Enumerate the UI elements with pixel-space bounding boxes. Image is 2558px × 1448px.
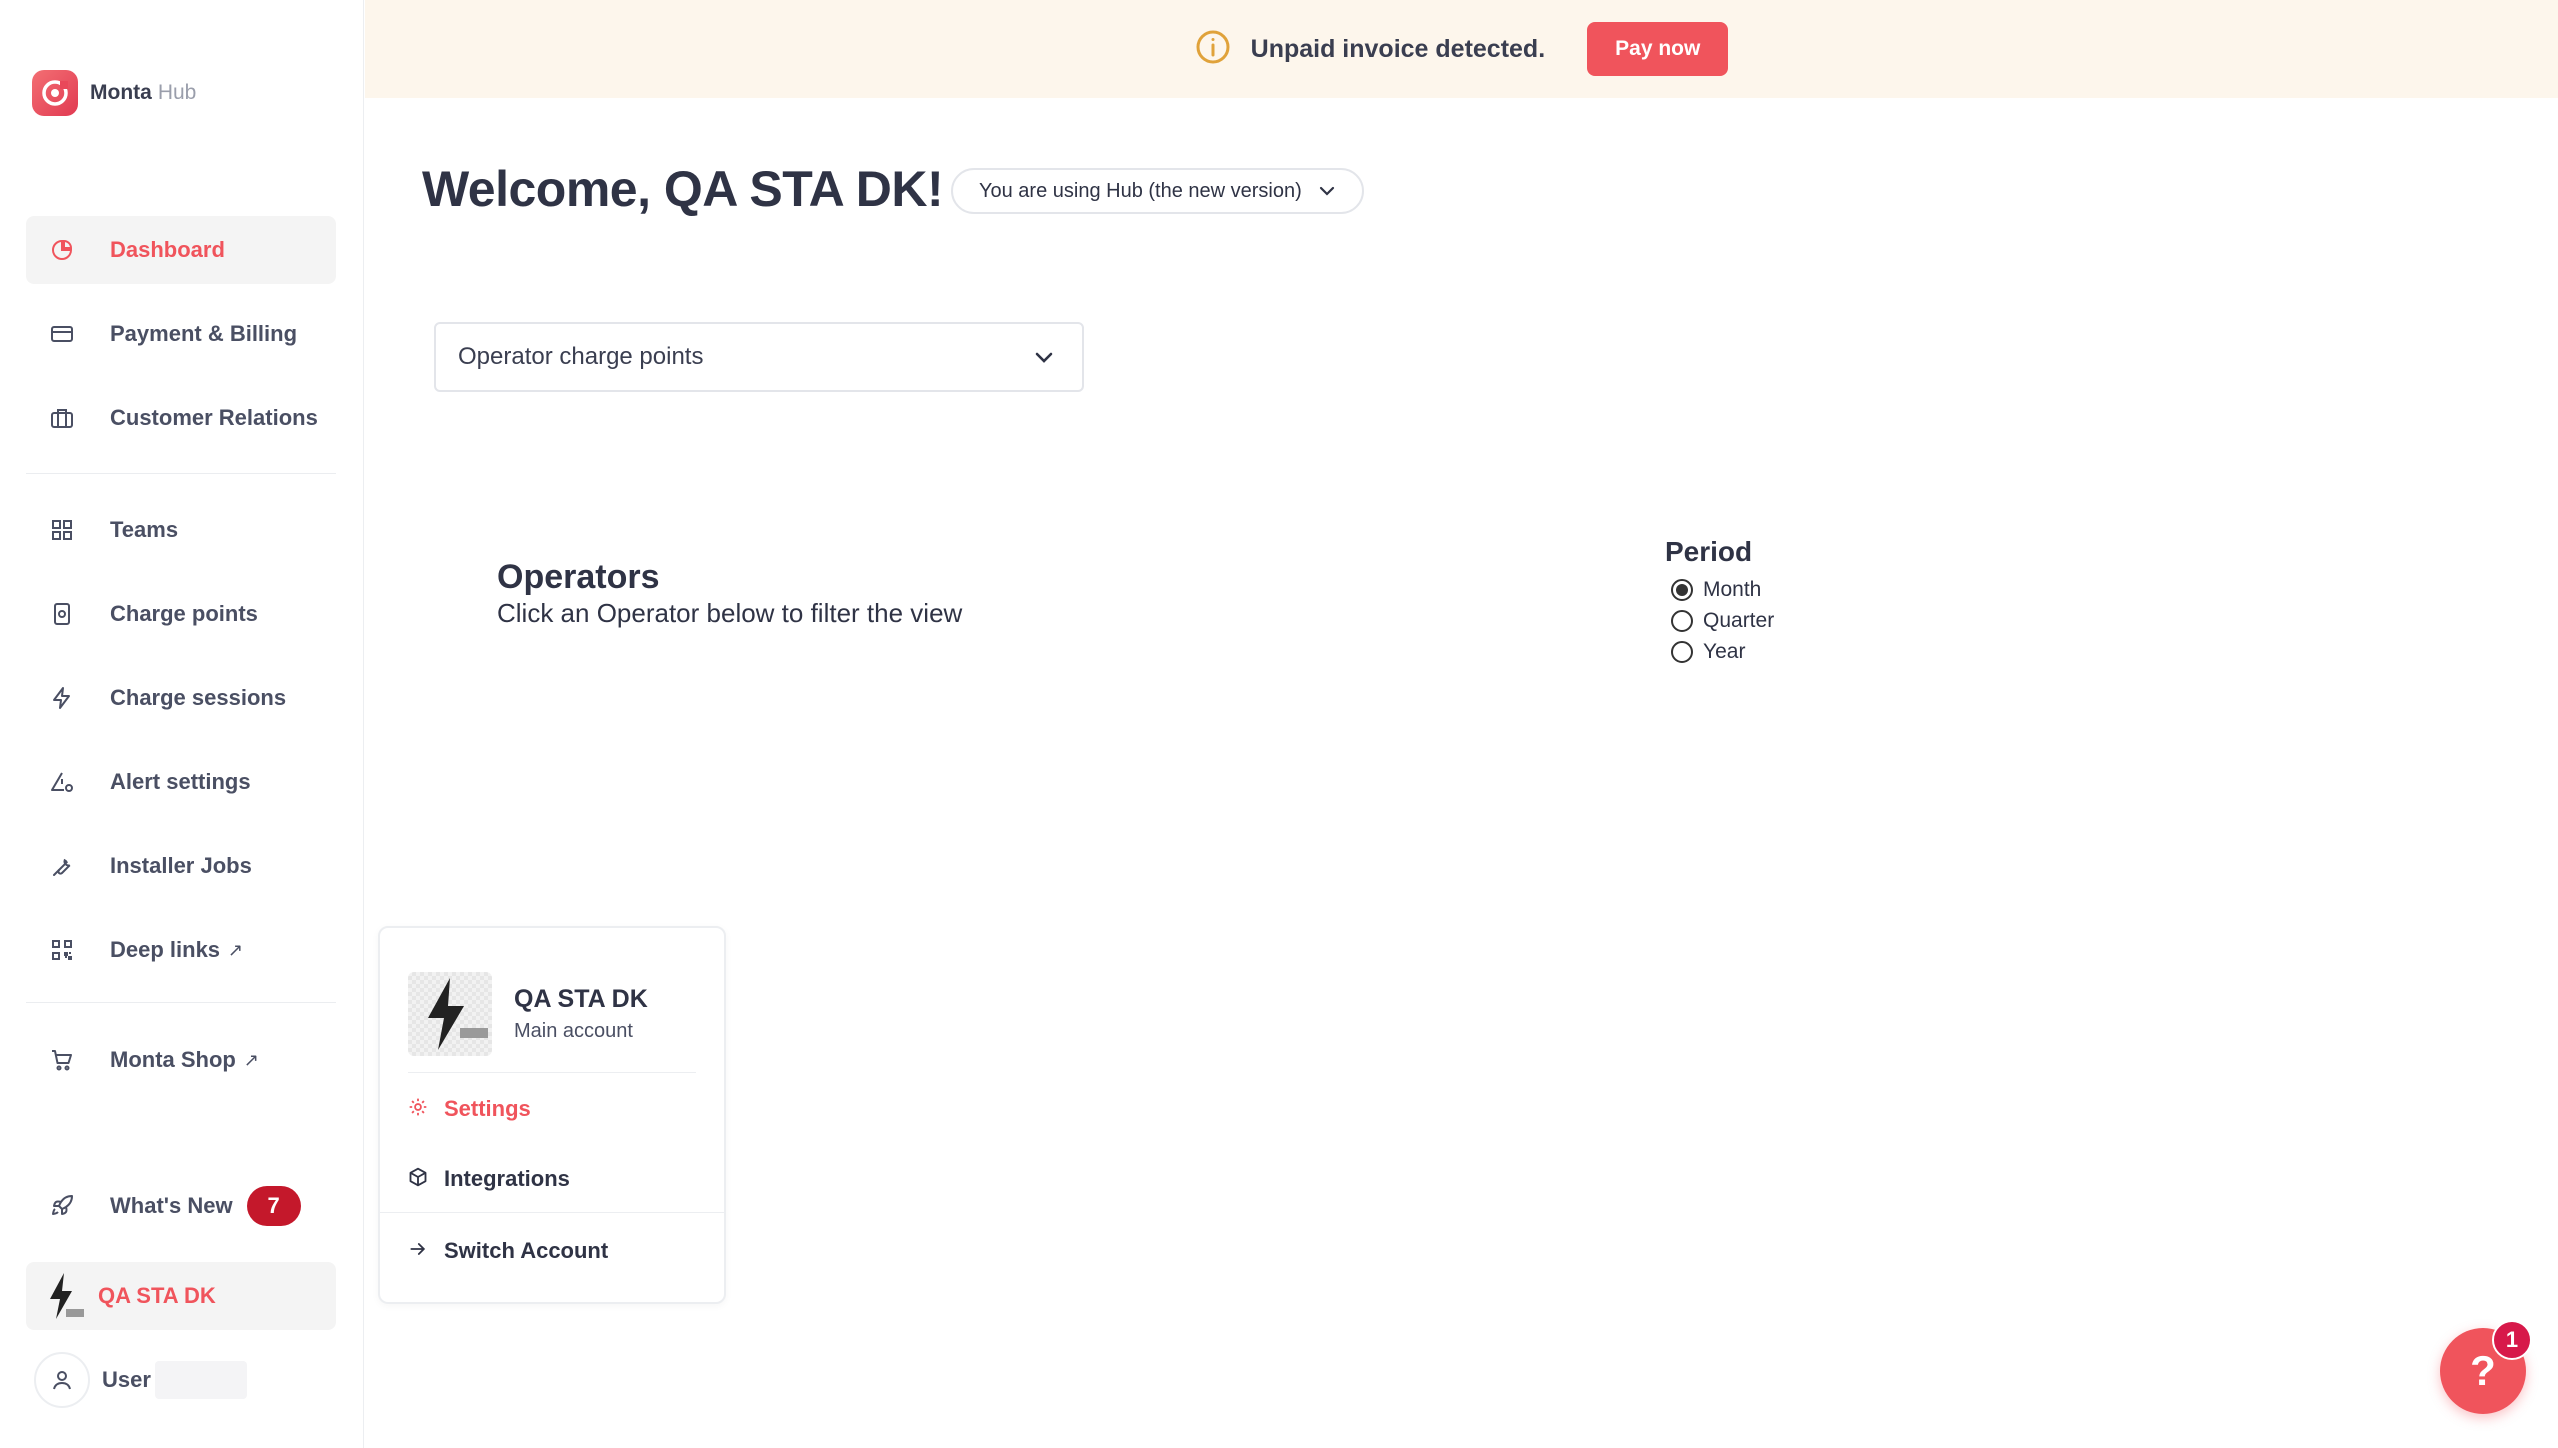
user-icon — [34, 1352, 90, 1408]
credit-card-icon — [48, 320, 76, 348]
popup-item-label: Integrations — [444, 1166, 570, 1191]
sidebar-item-label: Charge points — [110, 601, 258, 626]
pay-now-button[interactable]: Pay now — [1587, 22, 1729, 76]
sidebar-item-label: Monta Shop — [110, 1047, 236, 1072]
external-link-icon: ↗ — [228, 939, 244, 960]
grid-icon — [48, 516, 76, 544]
account-header: QA STA DK Main account — [408, 972, 648, 1056]
chevron-down-icon — [1032, 346, 1056, 377]
sidebar-item-deep-links[interactable]: Deep links ↗ — [26, 916, 336, 984]
version-switcher[interactable]: You are using Hub (the new version) — [951, 168, 1364, 214]
alert-gear-icon — [48, 768, 76, 796]
popup-item-settings[interactable]: Settings — [408, 1096, 531, 1122]
briefcase-icon — [48, 404, 76, 432]
sidebar-item-installer-jobs[interactable]: Installer Jobs — [26, 832, 336, 900]
sidebar-divider — [26, 473, 336, 474]
sidebar-item-user[interactable]: User — [26, 1346, 336, 1414]
operators-subtitle: Click an Operator below to filter the vi… — [497, 598, 963, 628]
popup-divider — [408, 1072, 696, 1073]
user-name-redacted — [154, 1361, 247, 1399]
period-option-label: Year — [1703, 639, 1746, 663]
popup-item-label: Switch Account — [444, 1238, 609, 1263]
sidebar-divider — [26, 1002, 336, 1003]
sidebar-item-dashboard[interactable]: Dashboard — [26, 216, 336, 284]
external-link-icon: ↗ — [243, 1049, 259, 1070]
whats-new-count-badge: 7 — [246, 1186, 301, 1226]
sidebar-item-label: Deep links — [110, 937, 221, 962]
popup-item-integrations[interactable]: Integrations — [408, 1166, 570, 1192]
page-title: Welcome, QA STA DK! — [422, 161, 944, 217]
arrow-right-icon — [408, 1239, 428, 1264]
charge-point-icon — [48, 600, 76, 628]
pie-chart-icon — [48, 236, 76, 264]
version-label: You are using Hub (the new version) — [979, 179, 1302, 202]
sidebar-item-label: What's New — [110, 1193, 233, 1218]
cube-icon — [408, 1167, 428, 1192]
radio-button[interactable] — [1671, 609, 1693, 632]
sidebar-item-label: Dashboard — [110, 237, 225, 262]
popup-item-switch-account[interactable]: Switch Account — [408, 1238, 608, 1264]
account-name: QA STA DK — [514, 985, 648, 1013]
app-root: Monta Hub Dashboard Payment & Billing Cu… — [0, 0, 2558, 1448]
period-option-year[interactable]: Year — [1671, 636, 1774, 667]
select-value: Operator charge points — [458, 343, 704, 370]
radio-button[interactable] — [1671, 640, 1693, 663]
period-option-label: Month — [1703, 577, 1762, 601]
sidebar-item-charge-sessions[interactable]: Charge sessions — [26, 664, 336, 732]
brand-sub: Hub — [157, 81, 197, 104]
sidebar-item-label: User — [102, 1367, 151, 1392]
info-icon — [1195, 29, 1231, 70]
sidebar-item-label: Teams — [110, 517, 179, 542]
qr-code-icon — [48, 936, 76, 964]
popup-divider — [380, 1212, 724, 1213]
help-notification-badge: 1 — [2492, 1320, 2532, 1360]
sidebar-item-charge-points[interactable]: Charge points — [26, 580, 336, 648]
sidebar-item-label: Payment & Billing — [110, 321, 298, 346]
period-option-label: Quarter — [1703, 608, 1775, 632]
sidebar-item-alert-settings[interactable]: Alert settings — [26, 748, 336, 816]
sidebar-item-label: Alert settings — [110, 769, 251, 794]
brand-logo[interactable]: Monta Hub — [32, 70, 196, 116]
account-bolt-icon — [44, 1271, 86, 1321]
sidebar-item-label: QA STA DK — [98, 1283, 216, 1308]
sidebar-item-account[interactable]: QA STA DK — [26, 1262, 336, 1330]
rocket-icon — [48, 1192, 76, 1220]
period-option-quarter[interactable]: Quarter — [1671, 605, 1774, 636]
cart-icon — [48, 1046, 76, 1074]
chevron-down-icon — [1318, 180, 1336, 203]
sidebar-item-label: Installer Jobs — [110, 853, 252, 878]
radio-button[interactable] — [1671, 578, 1693, 601]
sidebar-item-label: Customer Relations — [110, 405, 318, 430]
sidebar-item-teams[interactable]: Teams — [26, 496, 336, 564]
sidebar: Monta Hub Dashboard Payment & Billing Cu… — [0, 0, 364, 1448]
sidebar-item-payment-billing[interactable]: Payment & Billing — [26, 300, 336, 368]
account-logo — [408, 972, 492, 1056]
period-title: Period — [1665, 536, 1753, 567]
banner-message: Unpaid invoice detected. — [1250, 34, 1546, 63]
wrench-icon — [48, 852, 76, 880]
gear-icon — [408, 1097, 428, 1122]
period-filter: Period Month Quarter Year — [1665, 536, 1774, 667]
dashboard-view-select[interactable]: Operator charge points — [434, 322, 1084, 392]
monta-logo-icon — [32, 70, 78, 116]
sidebar-item-monta-shop[interactable]: Monta Shop ↗ — [26, 1026, 336, 1094]
period-option-month[interactable]: Month — [1671, 574, 1774, 605]
account-role: Main account — [514, 1020, 633, 1042]
operators-title: Operators — [497, 558, 660, 596]
brand-name: Monta — [90, 81, 152, 104]
popup-item-label: Settings — [444, 1096, 531, 1121]
account-menu-popup: QA STA DK Main account Settings Integrat… — [378, 926, 726, 1304]
lightning-icon — [48, 684, 76, 712]
sidebar-item-whats-new[interactable]: What's New 7 — [26, 1172, 336, 1240]
sidebar-item-customer-relations[interactable]: Customer Relations — [26, 384, 336, 452]
unpaid-invoice-banner: Unpaid invoice detected. Pay now — [365, 0, 2558, 98]
sidebar-item-label: Charge sessions — [110, 685, 287, 710]
